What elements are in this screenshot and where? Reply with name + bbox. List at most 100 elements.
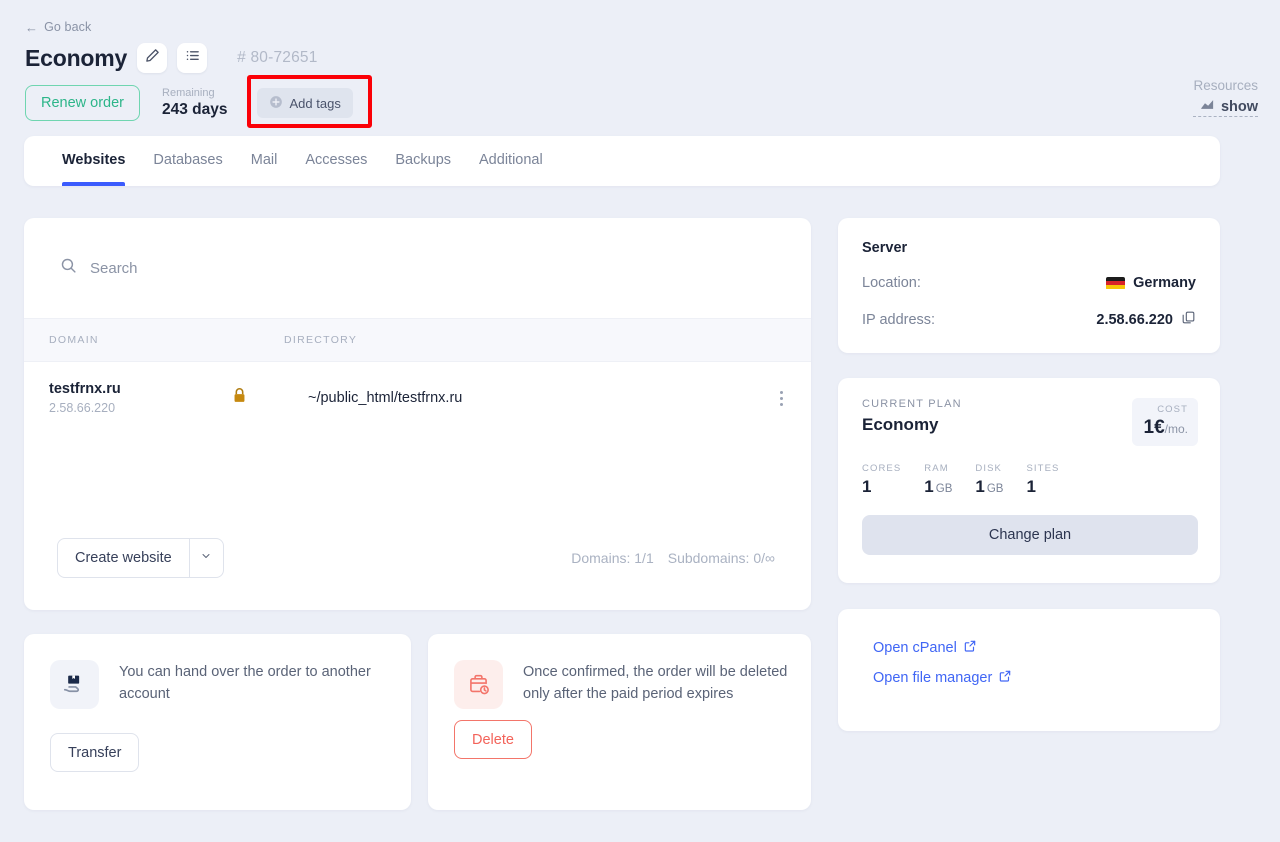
server-ip-row: IP address: 2.58.66.220	[862, 310, 1196, 329]
edit-name-button[interactable]	[137, 43, 168, 73]
external-link-icon	[963, 639, 977, 657]
server-location-row: Location: Germany	[862, 275, 1196, 291]
transfer-button[interactable]: Transfer	[50, 733, 140, 772]
spec-sites: SITES 1	[1026, 463, 1059, 497]
transfer-info-text: You can hand over the order to another a…	[119, 664, 371, 702]
create-website-split-button[interactable]: Create website	[57, 538, 224, 578]
search-placeholder: Search	[90, 259, 138, 277]
spec-disk-value: 1	[975, 477, 985, 496]
search-input[interactable]: Search	[60, 257, 138, 279]
cost-period: /mo.	[1164, 422, 1188, 436]
remaining-value: 243 days	[162, 101, 228, 119]
location-label: Location:	[862, 275, 921, 291]
arrow-left-icon: ←	[25, 19, 39, 35]
search-icon	[60, 257, 77, 279]
external-link-icon	[998, 669, 1012, 687]
open-cpanel-link[interactable]: Open cPanel	[873, 639, 1196, 657]
websites-counts: Domains: 1/1 Subdomains: 0/∞	[571, 550, 775, 566]
delete-info-row: Once confirmed, the order will be delete…	[454, 660, 789, 709]
resources-label: Resources	[1193, 78, 1258, 93]
domains-count: Domains: 1/1	[571, 550, 654, 566]
ip-label: IP address:	[862, 311, 936, 328]
go-back-link[interactable]: ← Go back	[25, 20, 91, 34]
spec-ram-label: RAM	[924, 463, 949, 474]
websites-card: Search DOMAIN DIRECTORY testfrnx.ru 2.58…	[24, 218, 811, 610]
spec-ram-value-wrap: 1 GB	[924, 477, 952, 497]
spec-cores-value: 1	[862, 477, 872, 496]
transfer-info-row: You can hand over the order to another a…	[50, 660, 387, 709]
title-row: Economy # 80-72651	[25, 43, 318, 73]
add-tags-label: Add tags	[289, 95, 341, 111]
go-back-label: Go back	[44, 20, 92, 34]
resources-block: Resources show	[1193, 78, 1258, 117]
column-header-directory: DIRECTORY	[284, 334, 358, 346]
lock-icon[interactable]	[232, 387, 247, 409]
chart-icon	[1200, 98, 1215, 115]
renew-order-button[interactable]: Renew order	[25, 85, 141, 121]
tab-databases[interactable]: Databases	[139, 136, 236, 186]
spec-sites-label: SITES	[1026, 463, 1060, 474]
server-card: Server Location: Germany IP address: 2.5…	[838, 218, 1220, 353]
spec-disk-unit: GB	[986, 483, 1004, 495]
spec-disk-label: DISK	[975, 463, 1002, 474]
cost-box: COST 1€/mo.	[1132, 398, 1198, 446]
quick-links-card: Open cPanel Open file manager	[838, 609, 1220, 731]
location-value: Germany	[1133, 275, 1196, 291]
delete-info-text: Once confirmed, the order will be delete…	[523, 664, 788, 702]
current-plan-card: CURRENT PLAN Economy COST 1€/mo. CORES 1…	[838, 378, 1220, 583]
plan-specs: CORES 1 RAM 1 GB DISK 1 GB SITES 1	[862, 463, 1198, 497]
cell-domain: testfrnx.ru 2.58.66.220	[24, 381, 232, 415]
table-header: DOMAIN DIRECTORY	[24, 318, 811, 362]
spec-sites-value-wrap: 1	[1026, 477, 1059, 497]
resources-show-link[interactable]: show	[1193, 98, 1258, 117]
create-website-button[interactable]: Create website	[58, 539, 189, 577]
briefcase-clock-icon	[454, 660, 503, 709]
spec-cores-value-wrap: 1	[862, 477, 901, 497]
change-plan-button[interactable]: Change plan	[862, 515, 1198, 555]
ip-value-wrap: 2.58.66.220	[1096, 310, 1196, 329]
order-list-button[interactable]	[177, 43, 208, 73]
page-title: Economy	[25, 44, 128, 71]
create-website-dropdown-button[interactable]	[190, 539, 223, 577]
tab-mail[interactable]: Mail	[237, 136, 292, 186]
plan-top-row: CURRENT PLAN Economy COST 1€/mo.	[862, 398, 1198, 446]
websites-footer: Create website Domains: 1/1 Subdomains: …	[24, 506, 811, 610]
copy-icon[interactable]	[1181, 310, 1196, 329]
open-file-manager-link[interactable]: Open file manager	[873, 669, 1196, 687]
tab-accesses[interactable]: Accesses	[291, 136, 381, 186]
table-row[interactable]: testfrnx.ru 2.58.66.220 ~/public_html/te…	[24, 362, 811, 424]
tab-backups[interactable]: Backups	[381, 136, 465, 186]
spec-cores: CORES 1	[862, 463, 901, 497]
cost-label: COST	[1157, 404, 1188, 415]
server-card-title: Server	[862, 240, 908, 256]
plan-info: CURRENT PLAN Economy	[862, 398, 962, 435]
hand-package-icon	[50, 660, 99, 709]
tab-additional[interactable]: Additional	[465, 136, 557, 186]
spec-disk-value-wrap: 1 GB	[975, 477, 1003, 497]
row-more-menu-button[interactable]	[751, 390, 811, 406]
plan-name: Economy	[862, 415, 939, 434]
add-tags-wrapper: Add tags	[246, 75, 372, 128]
tabs-card: Websites Databases Mail Accesses Backups…	[24, 136, 1220, 186]
open-file-manager-label: Open file manager	[873, 670, 993, 686]
order-number: # 80-72651	[237, 49, 318, 66]
delete-button[interactable]: Delete	[454, 720, 532, 759]
domain-name[interactable]: testfrnx.ru	[49, 381, 232, 397]
spec-ram: RAM 1 GB	[924, 463, 952, 497]
cost-amount: 1€	[1143, 417, 1165, 438]
location-value-wrap: Germany	[1106, 275, 1196, 291]
search-row: Search	[24, 218, 811, 318]
cell-ssl	[232, 387, 308, 409]
transfer-order-card: You can hand over the order to another a…	[24, 634, 411, 810]
add-tags-button[interactable]: Add tags	[256, 88, 353, 118]
spec-ram-unit: GB	[935, 483, 953, 495]
delete-order-card: Once confirmed, the order will be delete…	[428, 634, 811, 810]
germany-flag-icon	[1106, 276, 1126, 290]
current-plan-label: CURRENT PLAN	[862, 398, 962, 410]
header-actions: Renew order Remaining 243 days Add tags	[25, 75, 372, 128]
page-header: ← Go back Economy # 80-72651 Renew order…	[0, 0, 1280, 132]
remaining-label: Remaining	[162, 86, 215, 99]
ip-value: 2.58.66.220	[1096, 311, 1173, 328]
domain-ip: 2.58.66.220	[49, 401, 116, 415]
tab-websites[interactable]: Websites	[48, 136, 139, 186]
